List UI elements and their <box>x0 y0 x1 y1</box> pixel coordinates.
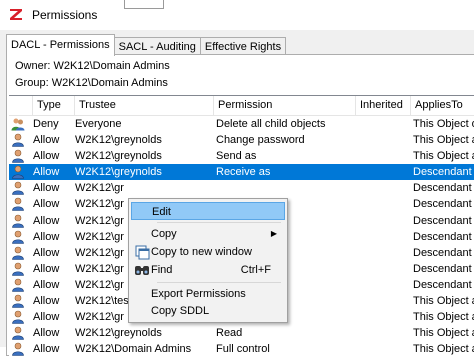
cell-trustee: W2K12\greynolds <box>75 150 162 163</box>
user-icon <box>11 261 29 276</box>
dialog-client: DACL - Permissions SACL - Auditing Effec… <box>0 30 474 358</box>
menu-separator <box>157 222 281 223</box>
user-icon <box>11 132 29 147</box>
find-binoculars-icon <box>135 266 149 275</box>
column-header-trustee[interactable]: Trustee <box>75 96 214 115</box>
group-value: W2K12\Domain Admins <box>51 77 168 89</box>
cell-type: Allow <box>33 230 60 243</box>
cell-type: Allow <box>33 343 60 356</box>
owner-line: Owner: W2K12\Domain Admins <box>15 60 170 72</box>
menu-item-find[interactable]: Find Ctrl+F <box>131 261 285 279</box>
cell-appliesto: This Object an <box>413 295 474 308</box>
cell-permission: Full control <box>216 343 270 356</box>
cell-type: Allow <box>33 278 60 291</box>
menu-separator <box>157 282 281 283</box>
cell-permission: Change password <box>216 134 305 147</box>
cell-permission: Read <box>216 327 243 340</box>
menu-item-edit[interactable]: Edit <box>131 202 285 220</box>
user-icon <box>11 213 29 228</box>
cell-trustee: W2K12\greynolds <box>75 166 162 179</box>
cell-appliesto: Descendant c <box>413 182 474 195</box>
tab-strip: DACL - Permissions SACL - Auditing Effec… <box>6 34 287 56</box>
cell-appliesto: This Object an <box>413 343 474 356</box>
user-icon <box>11 309 29 324</box>
column-header-appliesto[interactable]: AppliesTo <box>411 96 474 115</box>
cell-type: Allow <box>33 311 60 324</box>
cell-appliesto: This Object an <box>413 311 474 324</box>
cell-trustee: W2K12\greynolds <box>75 327 162 340</box>
cell-permission: Receive as <box>216 166 271 179</box>
cell-type: Allow <box>33 182 60 195</box>
cell-type: Allow <box>33 262 60 275</box>
owner-value: W2K12\Domain Admins <box>53 60 170 72</box>
user-icon <box>11 180 29 196</box>
table-row[interactable]: Allow W2K12\greynolds Receive as Descendant… <box>9 164 474 181</box>
submenu-arrow-icon: ▶ <box>270 229 277 238</box>
cell-appliesto: Descendant c <box>413 166 474 179</box>
background-window-edge <box>124 0 164 9</box>
cell-trustee: W2K12\greynolds <box>75 134 162 147</box>
cell-permission: Send as <box>216 150 257 163</box>
table-row[interactable]: Allow W2K12\Domain Admins Full control This… <box>9 341 474 357</box>
cell-appliesto: Descendant c <box>413 198 474 211</box>
menu-item-copy-to-new-window[interactable]: Copy to new window <box>131 243 285 261</box>
cell-appliesto: Descendant c <box>413 246 474 259</box>
user-icon <box>11 164 29 180</box>
cell-appliesto: This Object only <box>413 118 474 130</box>
owner-label: Owner: <box>15 60 51 72</box>
user-icon <box>11 341 29 357</box>
group-label: Group: <box>15 77 49 89</box>
window-title: Permissions <box>32 8 98 22</box>
cell-type: Allow <box>33 295 60 308</box>
cell-type: Allow <box>33 166 60 179</box>
user-icon <box>11 325 29 341</box>
cell-appliesto: This Object an <box>413 327 474 340</box>
user-icon <box>11 229 29 244</box>
user-icon <box>11 277 29 292</box>
cell-appliesto: Descendant c <box>413 262 474 275</box>
cell-appliesto: This Object and all <box>413 150 474 163</box>
cell-type: Allow <box>33 246 60 259</box>
app-logo-icon <box>10 9 22 20</box>
user-icon <box>11 293 29 308</box>
group-line: Group: W2K12\Domain Admins <box>15 77 168 89</box>
cell-type: Allow <box>33 134 60 147</box>
cell-appliesto: This Object and all <box>413 134 474 147</box>
table-row[interactable]: Allow W2K12\gr Descendant c <box>9 180 474 196</box>
table-row[interactable]: Allow W2K12\greynolds Change password This … <box>9 132 474 148</box>
context-menu: Edit Copy ▶ Copy to new window Find Ctrl… <box>128 198 288 323</box>
table-row[interactable]: Deny Everyone Delete all child objects This… <box>9 116 474 132</box>
cell-type: Allow <box>33 327 60 340</box>
column-header-inherited[interactable]: Inherited <box>356 96 411 115</box>
tab-dacl-permissions[interactable]: DACL - Permissions <box>6 34 115 56</box>
table-row[interactable]: Allow W2K12\greynolds Read This Object an <box>9 325 474 341</box>
menu-item-copy[interactable]: Copy ▶ <box>131 225 285 243</box>
group-icon <box>11 116 29 131</box>
cell-appliesto: Descendant c <box>413 214 474 227</box>
column-header-icon[interactable] <box>9 96 33 115</box>
column-header-permission[interactable]: Permission <box>214 96 356 115</box>
cell-appliesto: Descendant c <box>413 278 474 291</box>
menu-item-copy-sddl[interactable]: Copy SDDL <box>131 302 285 320</box>
cell-type: Allow <box>33 214 60 227</box>
cell-type: Deny <box>33 118 59 130</box>
cell-type: Allow <box>33 150 60 163</box>
title-bar[interactable]: Permissions <box>0 0 474 30</box>
list-header: Type Trustee Permission Inherited Applie… <box>9 96 474 116</box>
cell-trustee: W2K12\gr <box>75 182 124 195</box>
table-row[interactable]: Allow W2K12\greynolds Send as This Object a… <box>9 148 474 164</box>
column-header-type[interactable]: Type <box>33 96 75 115</box>
user-icon <box>11 148 29 163</box>
cell-permission: Delete all child objects <box>216 118 326 130</box>
cell-type: Allow <box>33 198 60 211</box>
user-icon <box>11 245 29 260</box>
cell-appliesto: Descendant c <box>413 230 474 243</box>
copy-window-icon <box>135 245 150 260</box>
user-icon <box>11 196 29 212</box>
cell-trustee: Everyone <box>75 118 122 130</box>
menu-item-export-permissions[interactable]: Export Permissions <box>131 285 285 303</box>
cell-trustee: W2K12\Domain Admins <box>75 343 192 356</box>
